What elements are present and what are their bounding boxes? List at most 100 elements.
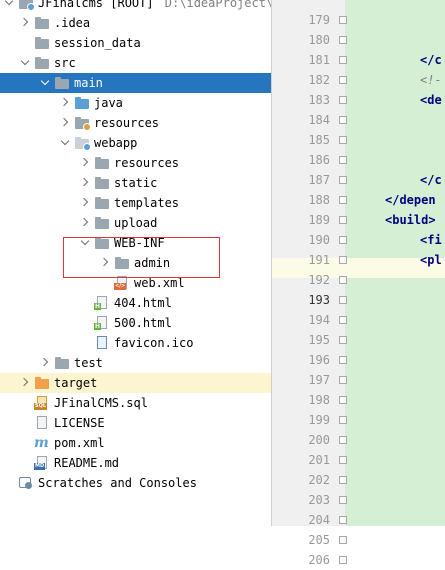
line-number: 202 — [308, 473, 330, 487]
fold-marker-icon[interactable] — [339, 36, 347, 44]
fold-marker-icon[interactable] — [339, 136, 347, 144]
fold-marker-icon[interactable] — [339, 256, 347, 264]
fold-marker-icon[interactable] — [339, 516, 347, 524]
fold-marker-icon[interactable] — [339, 316, 347, 324]
tree-item-label: resources — [94, 116, 160, 130]
fold-marker-icon[interactable] — [339, 276, 347, 284]
tree-item-scratches-and-consoles[interactable]: Scratches and Consoles — [0, 473, 271, 493]
fold-marker-icon[interactable] — [339, 336, 347, 344]
fold-marker-icon[interactable] — [339, 496, 347, 504]
tree-item-session-data[interactable]: session_data — [0, 33, 271, 53]
tree-item-jfinalcms-sql[interactable]: SQL JFinalCMS.sql — [0, 393, 271, 413]
fold-marker-icon[interactable] — [339, 476, 347, 484]
chevron-down-icon[interactable] — [60, 133, 70, 153]
tree-item-label: templates — [114, 196, 180, 210]
chevron-down-icon[interactable] — [40, 73, 50, 93]
tree-item-templates[interactable]: templates — [0, 193, 271, 213]
fold-marker-icon[interactable] — [339, 116, 347, 124]
tree-item-label: test — [74, 356, 103, 370]
folder-icon — [54, 356, 70, 370]
fold-marker-icon[interactable] — [339, 536, 347, 544]
chevron-right-icon[interactable] — [80, 193, 90, 213]
chevron-right-icon[interactable] — [80, 173, 90, 193]
tree-item-jfinalcms-root[interactable]: JFinalcms [ROOT] D:\ideaProject\J — [0, 0, 271, 13]
fold-marker-icon[interactable] — [339, 76, 347, 84]
xml-file-icon: </> — [114, 276, 130, 290]
fold-marker-icon[interactable] — [339, 416, 347, 424]
fold-marker-icon[interactable] — [339, 376, 347, 384]
folder-icon — [54, 76, 70, 90]
fold-marker-icon[interactable] — [339, 216, 347, 224]
tree-item-src[interactable]: src — [0, 53, 271, 73]
fold-marker-icon[interactable] — [339, 396, 347, 404]
fold-marker-icon[interactable] — [339, 196, 347, 204]
line-number: 195 — [308, 333, 330, 347]
fold-marker-icon[interactable] — [339, 176, 347, 184]
tree-item-pom-xml[interactable]: m pom.xml — [0, 433, 271, 453]
line-number: 198 — [308, 393, 330, 407]
tree-item-admin[interactable]: admin — [0, 253, 271, 273]
chevron-right-icon[interactable] — [20, 373, 30, 393]
line-number: 186 — [308, 153, 330, 167]
tree-item-label: pom.xml — [54, 436, 105, 450]
chevron-down-icon[interactable] — [4, 0, 14, 13]
chevron-down-icon[interactable] — [20, 53, 30, 73]
fold-marker-icon[interactable] — [339, 456, 347, 464]
line-number: 199 — [308, 413, 330, 427]
tree-item-web-xml[interactable]: </> web.xml — [0, 273, 271, 293]
tree-item-static[interactable]: static — [0, 173, 271, 193]
code-line: <fi — [420, 233, 442, 247]
tree-item-main[interactable]: main — [0, 73, 271, 93]
line-number: 206 — [308, 553, 330, 567]
fold-marker-icon[interactable] — [339, 556, 347, 564]
tree-item-license[interactable]: LICENSE — [0, 413, 271, 433]
tree-item-web-inf[interactable]: WEB-INF — [0, 233, 271, 253]
chevron-right-icon[interactable] — [40, 353, 50, 373]
chevron-down-icon[interactable] — [80, 233, 90, 253]
fold-marker-icon[interactable] — [339, 96, 347, 104]
tree-item-label: Scratches and Consoles — [38, 476, 197, 490]
folder-icon — [34, 56, 50, 70]
tree-item-404-html[interactable]: H 404.html — [0, 293, 271, 313]
tree-item-readme-md[interactable]: MD README.md — [0, 453, 271, 473]
tree-item-resources[interactable]: resources — [0, 153, 271, 173]
tree-item-label: 500.html — [114, 316, 172, 330]
chevron-right-icon[interactable] — [60, 113, 70, 133]
code-line: <!- — [420, 73, 442, 87]
fold-marker-icon[interactable] — [339, 356, 347, 364]
tree-item-favicon-ico[interactable]: favicon.ico — [0, 333, 271, 353]
tree-item-upload[interactable]: upload — [0, 213, 271, 233]
chevron-right-icon[interactable] — [100, 253, 110, 273]
code-line: <pl — [420, 253, 442, 267]
folder-icon — [94, 216, 110, 230]
project-path: D:\ideaProject\J — [164, 0, 271, 10]
line-number: 184 — [308, 113, 330, 127]
tree-item-resources[interactable]: resources — [0, 113, 271, 133]
chevron-right-icon[interactable] — [20, 13, 30, 33]
code-line: </depen — [385, 193, 436, 207]
tree-item-test[interactable]: test — [0, 353, 271, 373]
fold-marker-icon[interactable] — [339, 16, 347, 24]
fold-marker-icon[interactable] — [339, 296, 347, 304]
tree-item-500-html[interactable]: H 500.html — [0, 313, 271, 333]
tree-item-label: WEB-INF — [114, 236, 165, 250]
tree-item-label: favicon.ico — [114, 336, 194, 350]
tree-item-target[interactable]: target — [0, 373, 271, 393]
line-number: 182 — [308, 73, 330, 87]
chevron-right-icon[interactable] — [60, 93, 70, 113]
line-number: 188 — [308, 193, 330, 207]
code-line: </c — [420, 173, 442, 187]
line-number: 201 — [308, 453, 330, 467]
folder-icon — [34, 36, 50, 50]
tree-item-idea[interactable]: .idea — [0, 13, 271, 33]
tree-item-java[interactable]: java — [0, 93, 271, 113]
fold-marker-icon[interactable] — [339, 156, 347, 164]
fold-marker-icon[interactable] — [339, 436, 347, 444]
line-number: 189 — [308, 213, 330, 227]
line-number: 179 — [308, 13, 330, 27]
chevron-right-icon[interactable] — [80, 213, 90, 233]
fold-marker-icon[interactable] — [339, 236, 347, 244]
tree-item-webapp[interactable]: webapp — [0, 133, 271, 153]
chevron-right-icon[interactable] — [80, 153, 90, 173]
fold-marker-icon[interactable] — [339, 56, 347, 64]
